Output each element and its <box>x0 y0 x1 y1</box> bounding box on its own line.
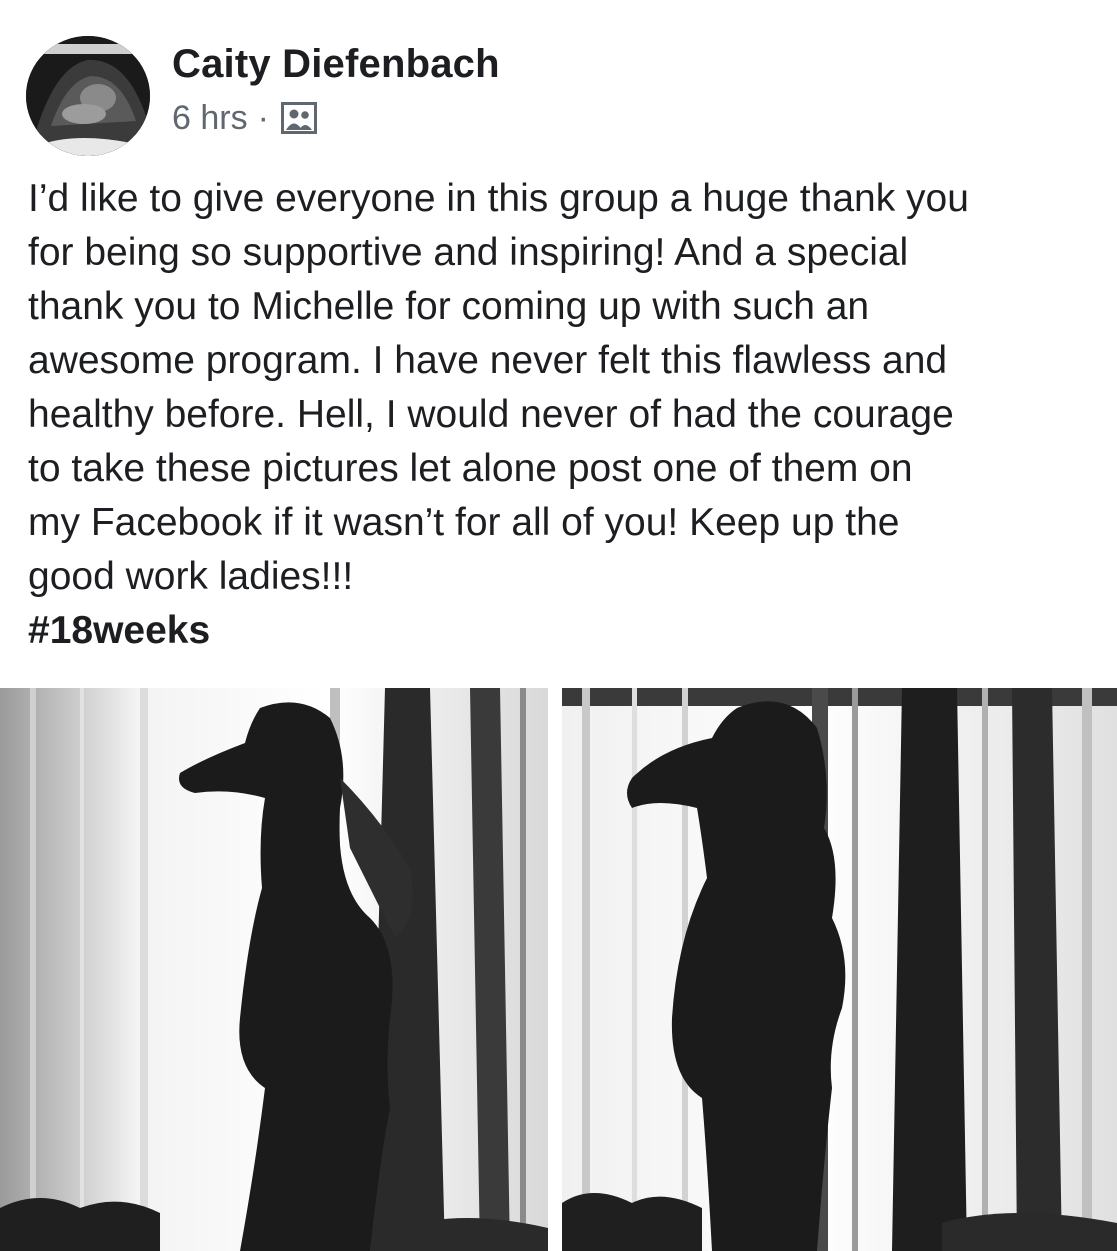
post-photo-1[interactable] <box>0 688 548 1251</box>
avatar[interactable] <box>26 36 150 156</box>
post-timestamp[interactable]: 6 hrs <box>172 99 248 138</box>
silhouette-photo-right <box>562 688 1117 1251</box>
post-meta: 6 hrs · <box>172 98 317 138</box>
post-body-text: I’d like to give everyone in this group … <box>28 177 969 598</box>
meta-separator: · <box>257 98 269 137</box>
silhouette-photo-left <box>0 688 548 1251</box>
group-icon <box>280 102 317 134</box>
ultrasound-avatar-image <box>26 36 150 156</box>
post-photo-2[interactable] <box>562 688 1117 1251</box>
post-header: Caity Diefenbach 6 hrs · <box>0 0 1117 160</box>
author-name[interactable]: Caity Diefenbach <box>172 42 500 87</box>
hashtag-link[interactable]: #18weeks <box>28 604 210 658</box>
